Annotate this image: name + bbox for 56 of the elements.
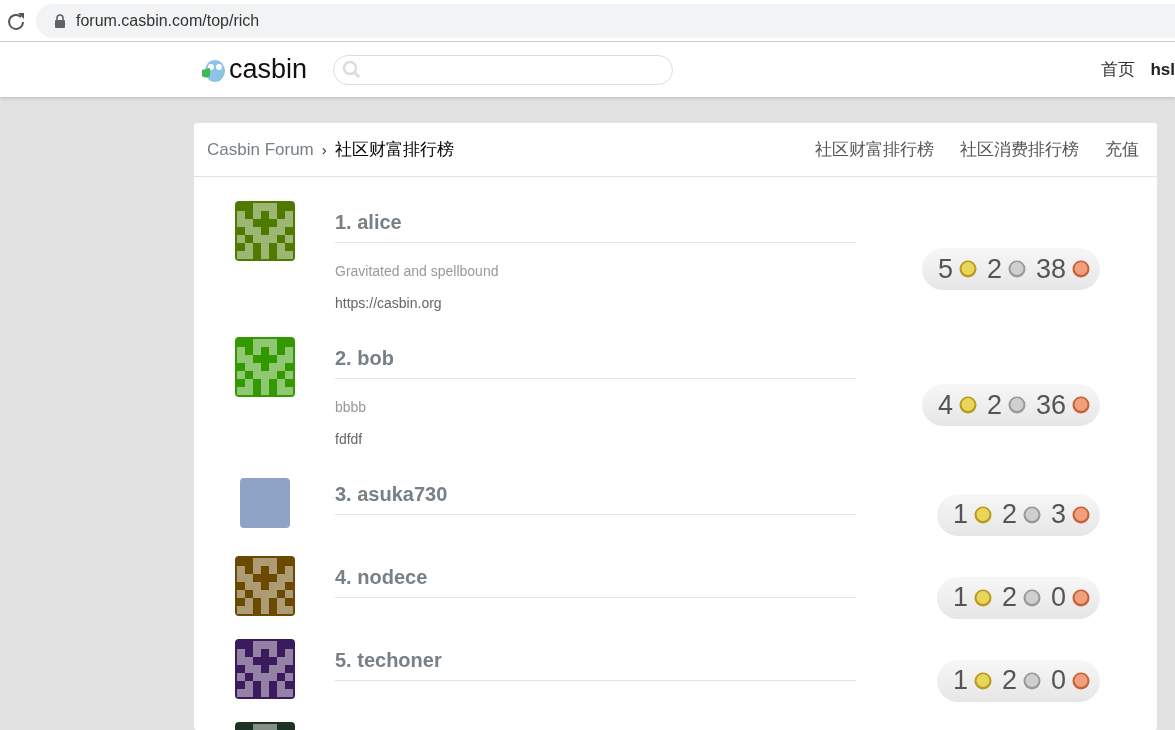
coin-count: 1	[952, 582, 968, 613]
coin-icon	[1007, 396, 1026, 414]
coin-count: 2	[1001, 582, 1017, 613]
search-icon	[342, 59, 363, 80]
user-website: https://casbin.org	[335, 295, 443, 311]
avatar-identicon[interactable]	[235, 337, 295, 397]
lock-icon	[54, 13, 66, 28]
avatar-identicon[interactable]	[235, 639, 295, 699]
coin-count: 2	[986, 253, 1002, 285]
coin-icon	[1072, 505, 1090, 524]
coin-icon	[1072, 396, 1090, 414]
coin-icon	[973, 505, 992, 524]
ranking-link[interactable]: 社区消费排行榜	[960, 138, 1079, 161]
username-link[interactable]: hsl	[1150, 59, 1175, 80]
coin-count: 2	[1001, 499, 1017, 530]
coin-count: 5	[937, 253, 953, 285]
avatar-identicon[interactable]	[235, 201, 295, 261]
coin-count: 1	[952, 499, 968, 530]
logo-text[interactable]: casbin	[229, 54, 308, 85]
coin-count: 0	[1050, 665, 1066, 696]
coin-icon	[1072, 260, 1090, 278]
coin-count: 3	[1050, 499, 1066, 530]
coin-count: 4	[937, 389, 953, 421]
coin-icon	[973, 588, 992, 607]
user-bio: bbbb	[335, 399, 368, 415]
coin-icon	[1007, 260, 1026, 278]
username-link[interactable]: 1. alice	[335, 201, 856, 243]
coin-icon	[958, 260, 977, 278]
coin-icon	[1022, 671, 1041, 690]
avatar-identicon[interactable]	[235, 556, 295, 616]
username-link[interactable]: 2. bob	[335, 337, 856, 379]
username-link[interactable]: 3. asuka730	[335, 473, 856, 515]
breadcrumb-separator: ›	[321, 141, 327, 158]
reload-icon[interactable]	[6, 10, 26, 31]
username-link[interactable]: 5. techoner	[335, 639, 856, 681]
username-link[interactable]: 4. nodece	[335, 556, 856, 598]
coin-count: 36	[1035, 389, 1066, 421]
coin-count: 2	[1001, 665, 1017, 696]
coin-count: 38	[1035, 253, 1066, 285]
user-website: fdfdf	[335, 431, 364, 447]
address-field[interactable]: forum.casbin.com/top/rich	[36, 3, 1175, 38]
breadcrumb-link[interactable]: Casbin Forum	[207, 139, 314, 160]
ranking-link[interactable]: 充值	[1105, 138, 1139, 161]
ranking-link[interactable]: 社区财富排行榜	[815, 138, 934, 161]
home-link[interactable]: 首页	[1101, 58, 1136, 81]
coin-icon	[973, 671, 992, 690]
coin-icon	[1072, 588, 1090, 607]
coin-icon	[958, 396, 977, 414]
coin-count: 2	[986, 389, 1002, 421]
coin-icon	[1022, 588, 1041, 607]
user-bio: Gravitated and spellbound	[335, 263, 500, 279]
coin-icon	[1072, 671, 1090, 690]
coin-count: 1	[952, 665, 968, 696]
coin-icon	[1022, 505, 1041, 524]
coin-count: 0	[1050, 582, 1066, 613]
page-title: 社区财富排行榜	[334, 139, 454, 161]
